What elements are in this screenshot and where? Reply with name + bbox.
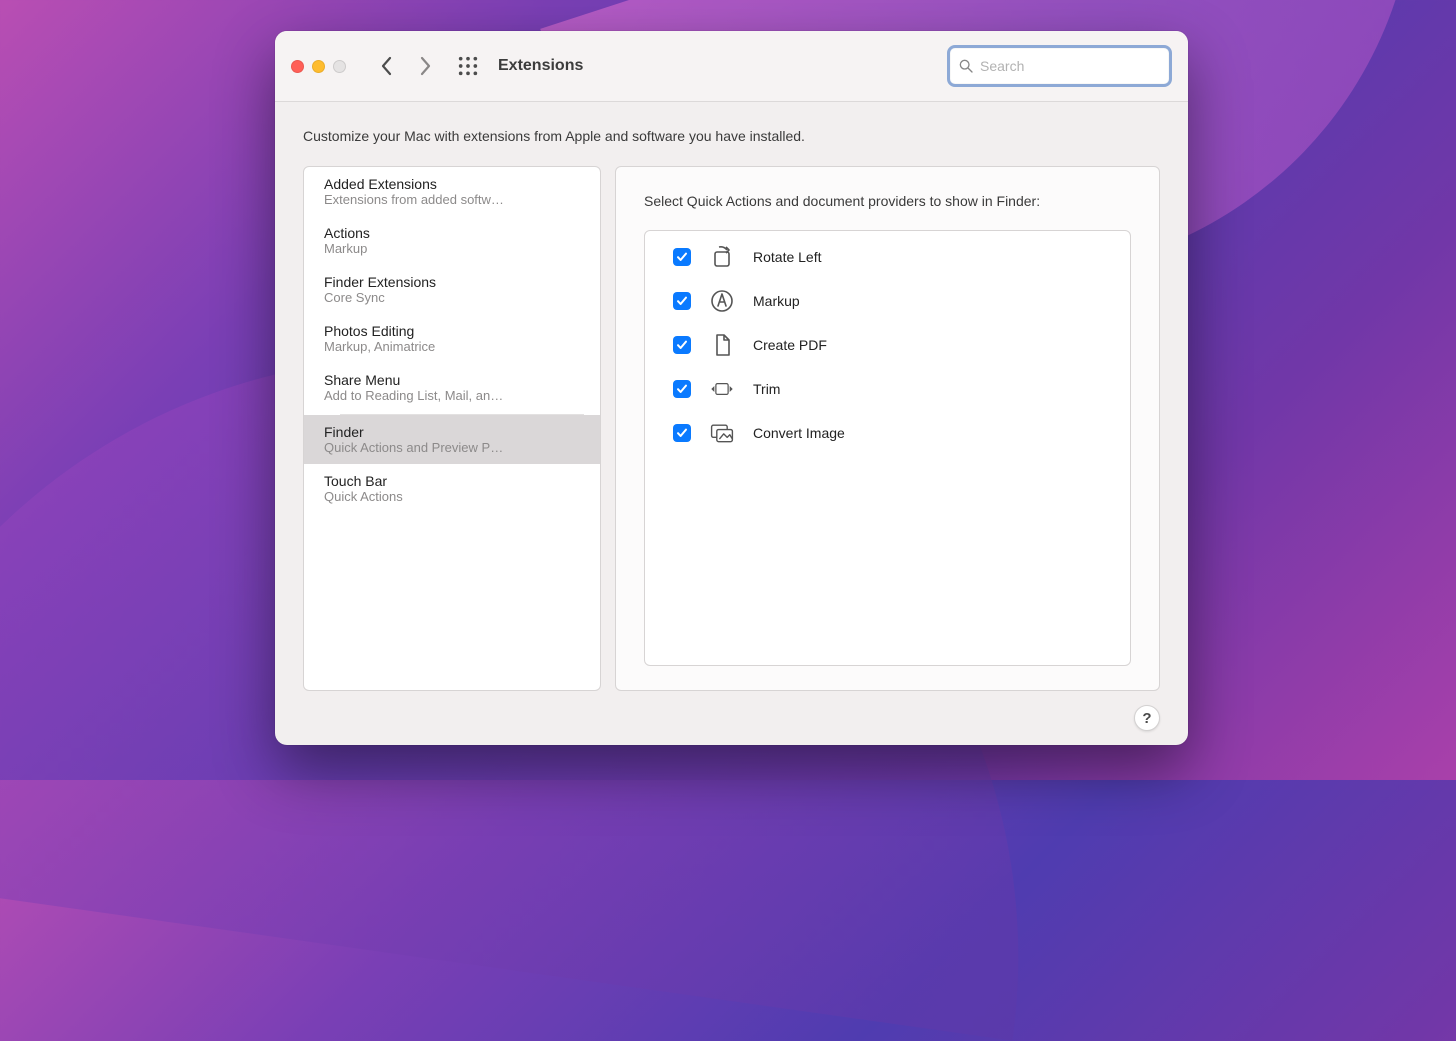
search-input[interactable] [980, 58, 1161, 74]
chevron-left-icon [379, 56, 395, 76]
check-icon [676, 427, 688, 439]
action-label: Convert Image [753, 425, 845, 441]
checkbox[interactable] [673, 380, 691, 398]
sidebar-item-share-menu[interactable]: Share Menu Add to Reading List, Mail, an… [304, 363, 600, 412]
action-label: Create PDF [753, 337, 827, 353]
detail-panel: Select Quick Actions and document provid… [615, 166, 1160, 691]
preferences-window: Extensions Customize your Mac with exten… [275, 31, 1188, 745]
markup-icon [707, 287, 737, 315]
sidebar-item-label: Finder [324, 424, 580, 440]
check-icon [676, 295, 688, 307]
content-area: Customize your Mac with extensions from … [275, 102, 1188, 745]
back-button[interactable] [368, 49, 406, 83]
minimize-window-button[interactable] [312, 60, 325, 73]
convert-image-icon [707, 419, 737, 447]
action-row-convert-image[interactable]: Convert Image [645, 411, 1130, 455]
sidebar-item-label: Actions [324, 225, 580, 241]
chevron-right-icon [417, 56, 433, 76]
sidebar-item-finder[interactable]: Finder Quick Actions and Preview P… [304, 415, 600, 464]
checkbox[interactable] [673, 336, 691, 354]
quick-actions-list: Rotate Left Markup [644, 230, 1131, 666]
search-icon [958, 57, 974, 75]
sidebar-item-label: Touch Bar [324, 473, 580, 489]
action-row-rotate-left[interactable]: Rotate Left [645, 235, 1130, 279]
category-sidebar: Added Extensions Extensions from added s… [303, 166, 601, 691]
close-window-button[interactable] [291, 60, 304, 73]
sidebar-item-finder-extensions[interactable]: Finder Extensions Core Sync [304, 265, 600, 314]
action-row-trim[interactable]: Trim [645, 367, 1130, 411]
help-button[interactable]: ? [1134, 705, 1160, 731]
sidebar-item-sublabel: Quick Actions [324, 489, 580, 504]
toolbar: Extensions [275, 31, 1188, 102]
action-row-create-pdf[interactable]: Create PDF [645, 323, 1130, 367]
checkbox[interactable] [673, 248, 691, 266]
sidebar-item-label: Finder Extensions [324, 274, 580, 290]
grid-icon [457, 55, 479, 77]
sidebar-item-sublabel: Extensions from added softw… [324, 192, 580, 207]
action-row-markup[interactable]: Markup [645, 279, 1130, 323]
panels: Added Extensions Extensions from added s… [303, 166, 1160, 691]
action-label: Rotate Left [753, 249, 822, 265]
sidebar-item-photos-editing[interactable]: Photos Editing Markup, Animatrice [304, 314, 600, 363]
sidebar-item-label: Added Extensions [324, 176, 580, 192]
sidebar-item-label: Share Menu [324, 372, 580, 388]
search-field[interactable] [947, 45, 1172, 87]
checkbox[interactable] [673, 292, 691, 310]
check-icon [676, 251, 688, 263]
action-label: Trim [753, 381, 780, 397]
sidebar-item-sublabel: Markup [324, 241, 580, 256]
sidebar-item-sublabel: Add to Reading List, Mail, an… [324, 388, 580, 403]
sidebar-item-sublabel: Quick Actions and Preview P… [324, 440, 580, 455]
detail-header: Select Quick Actions and document provid… [644, 191, 1131, 212]
zoom-window-button[interactable] [333, 60, 346, 73]
document-icon [707, 331, 737, 359]
forward-button[interactable] [406, 49, 444, 83]
check-icon [676, 383, 688, 395]
sidebar-item-sublabel: Markup, Animatrice [324, 339, 580, 354]
action-label: Markup [753, 293, 800, 309]
sidebar-item-touch-bar[interactable]: Touch Bar Quick Actions [304, 464, 600, 513]
checkbox[interactable] [673, 424, 691, 442]
sidebar-item-label: Photos Editing [324, 323, 580, 339]
check-icon [676, 339, 688, 351]
trim-icon [707, 375, 737, 403]
sidebar-item-sublabel: Core Sync [324, 290, 580, 305]
rotate-left-icon [707, 243, 737, 271]
show-all-button[interactable] [448, 49, 488, 83]
sidebar-item-actions[interactable]: Actions Markup [304, 216, 600, 265]
window-title: Extensions [498, 57, 583, 75]
help-icon: ? [1142, 710, 1151, 727]
page-description: Customize your Mac with extensions from … [303, 128, 1160, 144]
window-controls [291, 60, 346, 73]
sidebar-item-added-extensions[interactable]: Added Extensions Extensions from added s… [304, 167, 600, 216]
